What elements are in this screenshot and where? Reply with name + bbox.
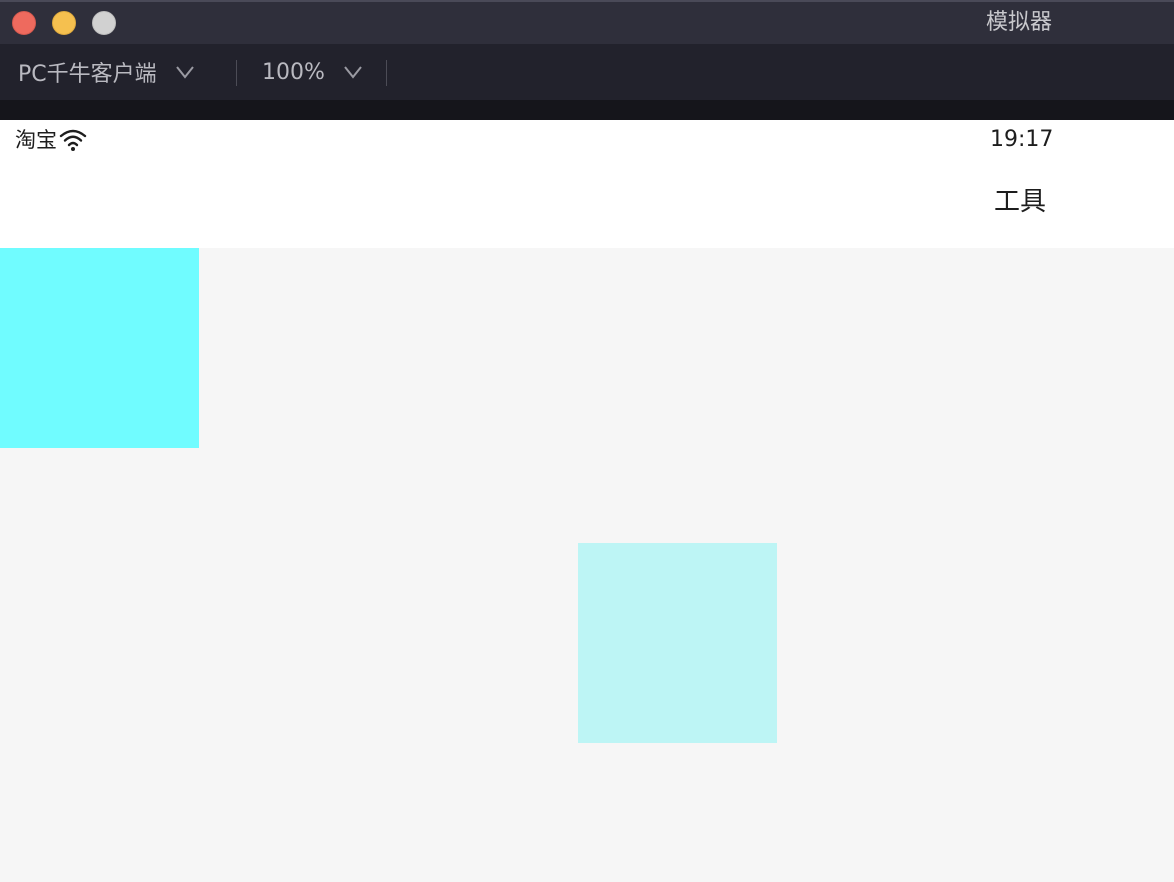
carrier-indicator: 淘宝: [15, 126, 87, 154]
toolbar-divider: [386, 60, 387, 86]
light-cyan-box: [578, 543, 777, 743]
toolbar-divider: [236, 60, 237, 86]
close-window-button[interactable]: [12, 11, 36, 35]
content-area: [0, 248, 1174, 882]
chevron-down-icon: [344, 66, 362, 79]
title-bar: 模拟器: [0, 0, 1174, 44]
zoom-selector[interactable]: 100%: [262, 57, 363, 87]
device-selector[interactable]: PC千牛客户端: [18, 57, 195, 87]
toolbar-shadow-strip: [0, 100, 1174, 120]
wifi-icon: [59, 129, 87, 151]
toolbar: PC千牛客户端 100%: [0, 44, 1174, 100]
window-title: 模拟器: [986, 10, 1053, 35]
zoom-selector-label: 100%: [262, 59, 325, 85]
device-selector-label: PC千牛客户端: [18, 62, 157, 87]
nav-title: 工具: [994, 187, 1047, 217]
chevron-down-icon: [175, 66, 194, 79]
simulator-window: 模拟器 PC千牛客户端 100% 淘宝 19:17 工具: [0, 0, 1174, 882]
simulator-screen: 淘宝 19:17 工具: [0, 120, 1174, 882]
status-time: 19:17: [990, 127, 1054, 152]
cyan-box: [0, 248, 199, 448]
minimize-window-button[interactable]: [52, 11, 76, 35]
zoom-window-button[interactable]: [92, 11, 116, 35]
navigation-bar: 工具: [0, 160, 1174, 248]
status-bar: 淘宝 19:17: [0, 120, 1174, 160]
carrier-name: 淘宝: [15, 128, 57, 152]
